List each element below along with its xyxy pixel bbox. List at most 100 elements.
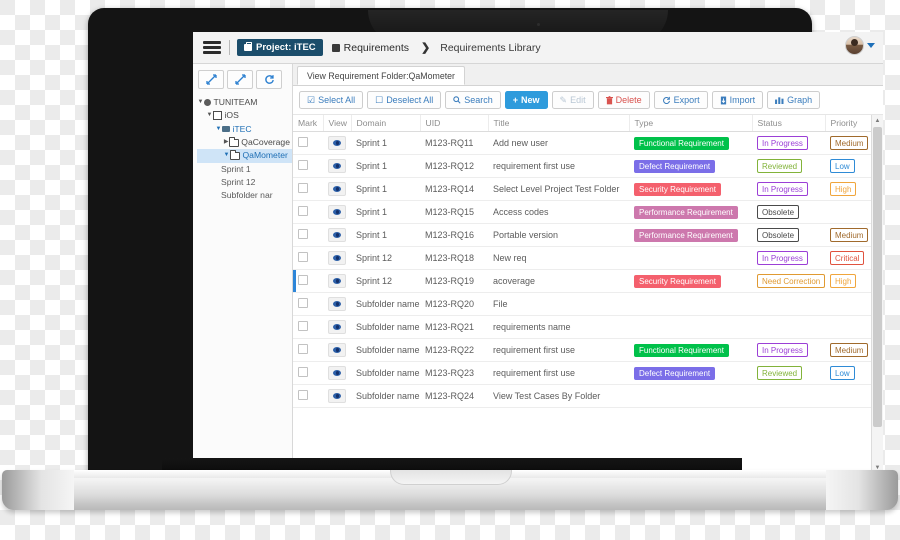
eye-icon[interactable] <box>328 389 346 403</box>
row-checkbox[interactable] <box>298 367 308 377</box>
table-row[interactable]: Sprint 12 M123-RQ18 New req In Progress Crit… <box>293 246 872 270</box>
table-row[interactable]: Subfolder name M123-RQ22 requirement first… <box>293 338 872 362</box>
tree-item-qacoverage[interactable]: ▶ QaCoverage <box>197 136 292 149</box>
refresh-button[interactable] <box>256 70 282 89</box>
tree-twisty[interactable]: ▼ <box>197 98 204 107</box>
tree-item-itec[interactable]: ▼ iTEC <box>197 123 292 136</box>
deselect-all-button[interactable]: ☐ Deselect All <box>367 91 442 109</box>
new-button[interactable]: + New <box>504 91 548 109</box>
button-label: Deselect All <box>386 95 434 105</box>
hamburger-icon[interactable] <box>203 39 221 57</box>
eye-icon[interactable] <box>328 205 346 219</box>
eye-icon[interactable] <box>328 297 346 311</box>
tree-item-sprint-1[interactable]: Sprint 1 <box>197 163 292 176</box>
row-title: requirement first use <box>488 361 629 385</box>
project-tree: ▼ TUNITEAM ▼ iOS ▼ iTEC ▶ QaCoverage ▼ Q… <box>193 94 292 203</box>
webcam <box>537 23 540 26</box>
import-button[interactable]: Import <box>711 91 764 109</box>
eye-icon[interactable] <box>328 320 346 334</box>
eye-icon[interactable] <box>328 343 346 357</box>
row-checkbox[interactable] <box>298 229 308 239</box>
table-row[interactable]: Subfolder name M123-RQ24 View Test Cases B… <box>293 384 872 408</box>
user-menu[interactable] <box>845 36 875 55</box>
row-status: In Progress <box>752 131 825 155</box>
row-domain: Sprint 1 <box>351 154 420 178</box>
breadcrumb-requirements[interactable]: Requirements <box>331 42 409 54</box>
export-button[interactable]: Export <box>653 91 708 109</box>
table-row[interactable]: Sprint 1 M123-RQ12 requirement first use De… <box>293 154 872 178</box>
row-checkbox[interactable] <box>298 137 308 147</box>
expand-all-button[interactable] <box>198 70 224 89</box>
eye-icon[interactable] <box>328 251 346 265</box>
row-checkbox[interactable] <box>298 298 308 308</box>
tree-item-subfolder[interactable]: Subfolder nar <box>197 189 292 202</box>
column-header-priority[interactable]: Priority <box>825 115 873 132</box>
row-checkbox[interactable] <box>298 252 308 262</box>
chevron-down-icon <box>867 43 875 48</box>
column-header-title[interactable]: Title <box>488 115 630 132</box>
column-header-view[interactable]: View <box>323 115 352 132</box>
tree-item-tuniteam[interactable]: ▼ TUNITEAM <box>197 96 292 109</box>
column-header-uid[interactable]: UID <box>420 115 489 132</box>
table-row[interactable]: Subfolder name M123-RQ20 File <box>293 292 872 316</box>
eye-icon[interactable] <box>328 228 346 242</box>
search-button[interactable]: Search <box>445 91 501 109</box>
eye-icon[interactable] <box>328 182 346 196</box>
row-status <box>752 315 825 339</box>
eye-pupil <box>333 209 341 215</box>
table-row[interactable]: Sprint 1 M123-RQ16 Portable version Perform… <box>293 223 872 247</box>
app-screen: Project: iTEC Requirements ❯ Requirement… <box>193 32 883 472</box>
edit-button[interactable]: ✎ Edit <box>551 91 594 109</box>
row-priority: Low <box>825 361 872 385</box>
status-badge: Reviewed <box>757 366 803 380</box>
tree-item-ios[interactable]: ▼ iOS <box>197 109 292 122</box>
scrollbar-thumb[interactable] <box>873 127 882 427</box>
row-domain: Sprint 1 <box>351 223 420 247</box>
graph-button[interactable]: Graph <box>767 91 821 109</box>
scroll-up-arrow[interactable]: ▲ <box>872 115 883 126</box>
eye-icon[interactable] <box>328 366 346 380</box>
row-checkbox[interactable] <box>298 160 308 170</box>
table-row[interactable]: Sprint 1 M123-RQ14 Select Level Project Te… <box>293 177 872 201</box>
row-status: Obsolete <box>752 223 825 247</box>
row-priority: High <box>825 269 872 293</box>
tree-item-sprint-12[interactable]: Sprint 12 <box>197 176 292 189</box>
table-row[interactable]: Subfolder name M123-RQ23 requirement first… <box>293 361 872 385</box>
sidebar-toolbar <box>193 64 292 94</box>
eye-icon[interactable] <box>328 159 346 173</box>
button-label: Import <box>729 95 756 105</box>
status-badge: In Progress <box>757 182 808 196</box>
column-header-mark[interactable]: Mark <box>293 115 324 132</box>
tree-twisty[interactable]: ▼ <box>223 151 230 160</box>
table-row[interactable]: Sprint 1 M123-RQ11 Add new user Functional … <box>293 131 872 155</box>
tree-item-label: Subfolder nar <box>221 190 273 201</box>
row-checkbox[interactable] <box>298 206 308 216</box>
vertical-scrollbar[interactable]: ▲ ▼ <box>871 115 883 472</box>
eye-icon[interactable] <box>328 136 346 150</box>
breadcrumb-project-pill[interactable]: Project: iTEC <box>237 39 323 56</box>
row-checkbox[interactable] <box>298 344 308 354</box>
breadcrumb-project-label: Project: iTEC <box>256 42 316 53</box>
table-row[interactable]: Sprint 1 M123-RQ15 Access codes Performance… <box>293 200 872 224</box>
tree-twisty[interactable]: ▼ <box>206 111 213 120</box>
table-row[interactable]: Subfolder name M123-RQ21 requirements name <box>293 315 872 339</box>
row-checkbox[interactable] <box>298 183 308 193</box>
column-header-domain[interactable]: Domain <box>351 115 421 132</box>
chevron-right-icon: ❯ <box>421 42 431 54</box>
column-header-type[interactable]: Type <box>629 115 753 132</box>
table-row[interactable]: Sprint 12 M123-RQ19 acoverage Security Requ… <box>293 269 872 293</box>
row-type <box>629 246 752 270</box>
delete-button[interactable]: Delete <box>597 91 650 109</box>
row-checkbox[interactable] <box>298 321 308 331</box>
row-status <box>752 384 825 408</box>
collapse-all-button[interactable] <box>227 70 253 89</box>
tree-item-qamometer[interactable]: ▼ QaMometer <box>197 149 292 163</box>
row-checkbox[interactable] <box>298 275 308 285</box>
tab-view-requirement-folder[interactable]: View Requirement Folder:QaMometer <box>297 66 465 85</box>
row-checkbox[interactable] <box>298 390 308 400</box>
eye-icon[interactable] <box>328 274 346 288</box>
column-header-status[interactable]: Status <box>752 115 826 132</box>
row-view-cell <box>323 315 351 339</box>
tree-twisty[interactable]: ▼ <box>215 125 222 134</box>
select-all-button[interactable]: ☑ Select All <box>299 91 364 109</box>
